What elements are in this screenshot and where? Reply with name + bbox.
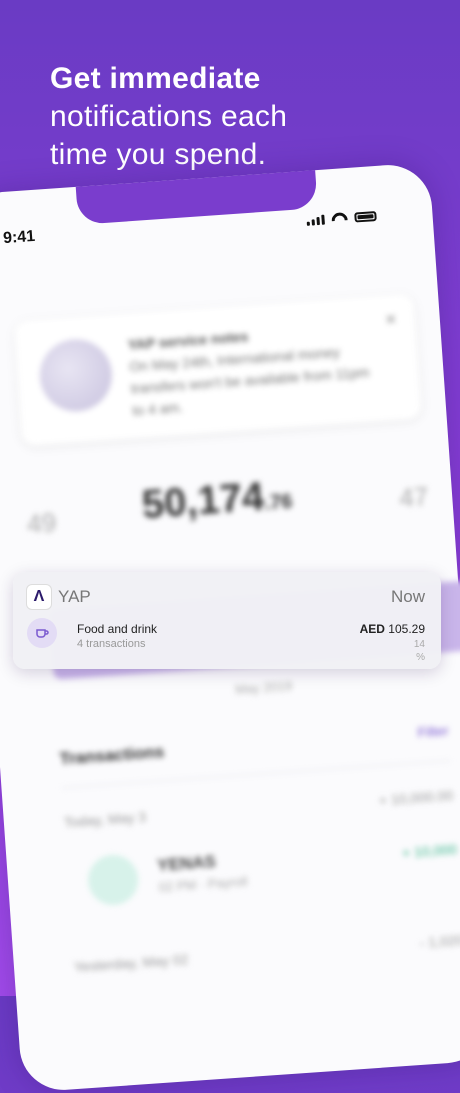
- notification-title: Food and drink: [77, 622, 158, 636]
- balance-display: 50,174.76: [0, 461, 453, 539]
- headline-line-3: time you spend.: [50, 138, 267, 171]
- notification-currency: AED: [359, 622, 385, 636]
- day-label: Yesterday, May 02: [73, 950, 189, 975]
- notification-amount: AED 105.29: [360, 622, 425, 636]
- screenshot-root: { "headline": { "bold": "Get immediate",…: [0, 0, 460, 1093]
- income-icon: [86, 853, 140, 907]
- notification-percent-sign: %: [416, 652, 425, 663]
- transaction-sub: 02 PM · Payroll: [158, 873, 248, 895]
- day-row-yesterday: Yesterday, May 02 - 1,020: [74, 932, 460, 975]
- transactions-title: Transactions: [58, 742, 165, 769]
- service-note-text: YAP service notes On May 24th, Internati…: [127, 316, 383, 421]
- headline: Get immediate notifications each time yo…: [50, 60, 287, 174]
- day-total: + 10,000.00: [378, 787, 454, 809]
- filter-button[interactable]: Filter: [417, 722, 449, 744]
- transaction-amount: + 10,000: [401, 840, 458, 861]
- battery-icon: [354, 211, 377, 223]
- notification-percent-value: 14: [413, 639, 425, 650]
- phone-notch: [75, 170, 318, 225]
- coffee-cup-icon: [27, 618, 57, 648]
- headline-bold: Get immediate: [50, 62, 261, 95]
- balance-main: 50,174: [140, 474, 266, 528]
- yap-logo-icon: Λ: [27, 585, 51, 609]
- wifi-icon: [331, 212, 348, 224]
- notification-app-name: YAP: [58, 587, 91, 606]
- notification-amount-value: 105.29: [388, 622, 425, 636]
- service-note-card[interactable]: YAP service notes On May 24th, Internati…: [13, 293, 422, 447]
- status-icons: [306, 210, 377, 226]
- service-illustration-icon: [37, 336, 115, 414]
- day-label: Today, May 3: [63, 808, 147, 831]
- notification-percent: 14 %: [395, 638, 425, 664]
- balance-cents: .76: [263, 490, 294, 515]
- headline-line-2: notifications each: [50, 100, 288, 133]
- notification-time: Now: [390, 587, 425, 606]
- status-time: 9:41: [2, 227, 36, 248]
- close-icon[interactable]: ✕: [384, 311, 397, 329]
- push-notification[interactable]: Λ YAP Now Food and drink 4 transactions …: [13, 572, 441, 669]
- day-total: - 1,020: [419, 931, 460, 951]
- notification-subtitle: 4 transactions: [77, 638, 146, 650]
- signal-icon: [306, 214, 325, 226]
- day-row-today: Today, May 3 + 10,000.00: [63, 787, 453, 830]
- transaction-name: YENAS: [156, 851, 217, 875]
- balance-next: 47: [398, 481, 430, 514]
- transactions-header: Transactions Filter: [59, 722, 449, 769]
- transaction-row[interactable]: YENAS 02 PM · Payroll + 10,000: [66, 827, 459, 914]
- month-label: May 2019: [234, 678, 293, 697]
